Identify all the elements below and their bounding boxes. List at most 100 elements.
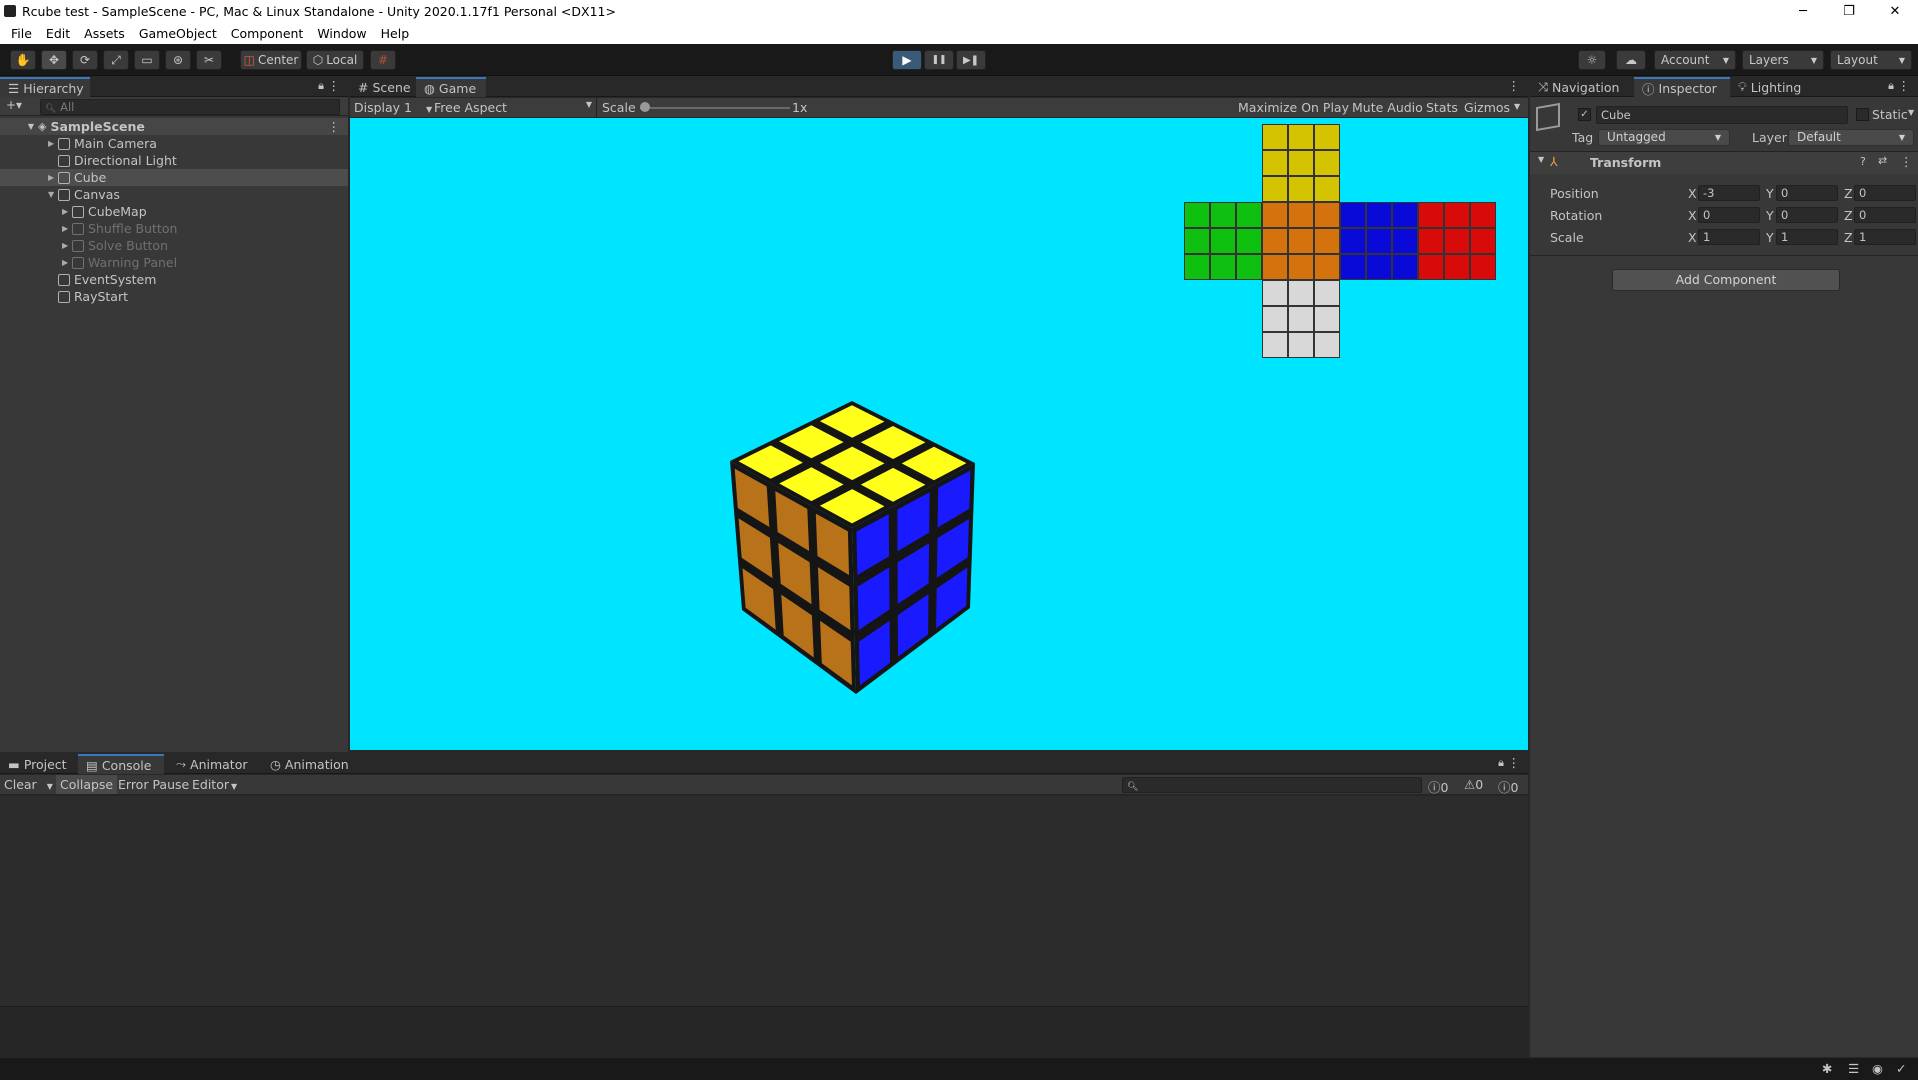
rotation-x-field[interactable]: 0 bbox=[1698, 207, 1760, 223]
collapse-toggle[interactable]: Collapse bbox=[56, 775, 118, 794]
move-tool-button[interactable]: ✥ bbox=[41, 50, 67, 70]
bug-icon[interactable]: ✱ bbox=[1822, 1061, 1832, 1076]
gizmos-toggle[interactable]: Gizmos bbox=[1464, 100, 1510, 115]
error-pause-toggle[interactable]: Error Pause bbox=[118, 777, 189, 792]
position-z-field[interactable]: 0 bbox=[1854, 185, 1916, 201]
tab-scene[interactable]: # Scene bbox=[350, 77, 416, 97]
hierarchy-item-raystart[interactable]: RayStart bbox=[0, 288, 348, 305]
component-menu-icon[interactable]: ⋮ bbox=[1900, 154, 1913, 169]
rect-tool-button[interactable]: ▭ bbox=[134, 50, 160, 70]
hierarchy-item-solve-button[interactable]: ▶ Solve Button bbox=[0, 237, 348, 254]
expand-arrow-icon[interactable]: ▶ bbox=[62, 258, 72, 267]
hierarchy-item-directional-light[interactable]: Directional Light bbox=[0, 152, 348, 169]
menu-file[interactable]: File bbox=[4, 26, 39, 41]
editor-dropdown[interactable]: Editor ▼ bbox=[192, 777, 237, 792]
position-y-field[interactable]: 0 bbox=[1776, 185, 1838, 201]
scene-row[interactable]: ▼ ◈ SampleScene ⋮ bbox=[0, 118, 348, 135]
tab-game[interactable]: ◍ Game bbox=[416, 77, 486, 97]
hierarchy-item-shuffle-button[interactable]: ▶ Shuffle Button bbox=[0, 220, 348, 237]
rubiks-cube[interactable] bbox=[720, 338, 1040, 698]
space-local-button[interactable]: ⬡ Local bbox=[306, 50, 364, 70]
aspect-dropdown[interactable]: Free Aspect ▼ bbox=[434, 100, 592, 115]
lock-icon[interactable]: 🔒︎ bbox=[1498, 756, 1504, 770]
tag-dropdown[interactable]: Untagged ▼ bbox=[1598, 129, 1730, 146]
tab-console[interactable]: ▤ Console bbox=[78, 754, 164, 774]
pause-button[interactable]: ❚❚ bbox=[924, 50, 954, 70]
restore-button[interactable]: ❐ bbox=[1826, 4, 1872, 19]
menu-help[interactable]: Help bbox=[374, 26, 417, 41]
object-name-field[interactable]: Cube bbox=[1596, 106, 1848, 124]
rotate-tool-button[interactable]: ⟳ bbox=[72, 50, 98, 70]
auto-generate-icon[interactable]: ◉ bbox=[1872, 1061, 1883, 1076]
kebab-menu-icon[interactable]: ⋮ bbox=[1898, 78, 1911, 93]
account-dropdown[interactable]: Account ▼ bbox=[1654, 50, 1736, 70]
rotation-y-field[interactable]: 0 bbox=[1776, 207, 1838, 223]
console-detail-area[interactable] bbox=[0, 1006, 1528, 1058]
menu-component[interactable]: Component bbox=[224, 26, 311, 41]
kebab-menu-icon[interactable]: ⋮ bbox=[1508, 78, 1521, 93]
expand-arrow-icon[interactable]: ▶ bbox=[62, 241, 72, 250]
add-object-button[interactable]: +▾ bbox=[6, 98, 22, 112]
mute-audio-toggle[interactable]: Mute Audio bbox=[1352, 100, 1423, 115]
menu-window[interactable]: Window bbox=[310, 26, 373, 41]
step-button[interactable]: ▶❚ bbox=[956, 50, 986, 70]
expand-arrow-icon[interactable]: ▶ bbox=[48, 139, 58, 148]
layer-dropdown[interactable]: Default ▼ bbox=[1788, 129, 1914, 146]
tab-hierarchy[interactable]: ☰ Hierarchy bbox=[0, 77, 90, 97]
hierarchy-item-cubemap[interactable]: ▶ CubeMap bbox=[0, 203, 348, 220]
hierarchy-item-main-camera[interactable]: ▶ Main Camera bbox=[0, 135, 348, 152]
layers-icon[interactable]: ☰ bbox=[1848, 1061, 1859, 1076]
check-icon[interactable]: ✓ bbox=[1896, 1061, 1906, 1076]
help-icon[interactable]: ? bbox=[1860, 155, 1866, 168]
hierarchy-item-canvas[interactable]: ▼ Canvas bbox=[0, 186, 348, 203]
position-x-field[interactable]: -3 bbox=[1698, 185, 1760, 201]
hierarchy-search-input[interactable]: 🔍︎ All bbox=[40, 99, 340, 115]
maximize-on-play-toggle[interactable]: Maximize On Play bbox=[1238, 100, 1349, 115]
transform-tool-button[interactable]: ⊛ bbox=[165, 50, 191, 70]
game-viewport[interactable] bbox=[350, 118, 1528, 750]
pivot-center-button[interactable]: ◫ Center bbox=[240, 50, 302, 70]
stats-toggle[interactable]: Stats bbox=[1426, 100, 1458, 115]
tab-inspector[interactable]: ⓘ Inspector bbox=[1634, 77, 1730, 97]
console-search-input[interactable]: 🔍︎ bbox=[1122, 777, 1422, 793]
expand-arrow-icon[interactable]: ▶ bbox=[62, 207, 72, 216]
menu-gameobject[interactable]: GameObject bbox=[132, 26, 224, 41]
expand-arrow-icon[interactable]: ▶ bbox=[48, 173, 58, 182]
expand-arrow-icon[interactable]: ▼ bbox=[1538, 155, 1544, 164]
active-checkbox[interactable]: ✓ bbox=[1578, 108, 1591, 121]
chevron-down-icon[interactable]: ▼ bbox=[1908, 108, 1914, 117]
clear-button[interactable]: Clear ▼ bbox=[4, 777, 53, 792]
info-count-toggle[interactable]: ⓘ0 bbox=[1428, 777, 1448, 796]
scale-tool-button[interactable]: ⤢ bbox=[103, 50, 129, 70]
error-count-toggle[interactable]: ⓘ0 bbox=[1498, 777, 1518, 796]
kebab-menu-icon[interactable]: ⋮ bbox=[1508, 755, 1521, 770]
expand-arrow-icon[interactable]: ▶ bbox=[62, 224, 72, 233]
services-button[interactable]: ☼ bbox=[1578, 50, 1606, 70]
expand-arrow-icon[interactable]: ▼ bbox=[0, 122, 38, 131]
scale-y-field[interactable]: 1 bbox=[1776, 229, 1838, 245]
warning-count-toggle[interactable]: ⚠0 bbox=[1464, 777, 1483, 792]
menu-edit[interactable]: Edit bbox=[39, 26, 77, 41]
menu-assets[interactable]: Assets bbox=[77, 26, 132, 41]
play-button[interactable]: ▶ bbox=[892, 50, 922, 70]
minimize-button[interactable]: ─ bbox=[1780, 4, 1826, 19]
tab-lighting[interactable]: 💡︎ Lighting bbox=[1730, 77, 1810, 97]
transform-header[interactable]: ▼ ⅄ Transform ? ⇄ ⋮ bbox=[1530, 152, 1918, 174]
chevron-down-icon[interactable]: ▼ bbox=[1514, 102, 1520, 111]
tab-animation[interactable]: ◷ Animation bbox=[262, 754, 358, 774]
hand-tool-button[interactable]: ✋ bbox=[10, 50, 36, 70]
hierarchy-item-warning-panel[interactable]: ▶ Warning Panel bbox=[0, 254, 348, 271]
layers-dropdown[interactable]: Layers ▼ bbox=[1742, 50, 1824, 70]
static-checkbox[interactable] bbox=[1856, 108, 1869, 121]
expand-arrow-icon[interactable]: ▼ bbox=[48, 190, 58, 199]
tab-navigation[interactable]: ⤨ Navigation bbox=[1530, 77, 1634, 97]
hierarchy-item-cube[interactable]: ▶ Cube bbox=[0, 169, 348, 186]
scale-slider-thumb[interactable] bbox=[640, 102, 650, 112]
lock-icon[interactable]: 🔒︎ bbox=[1888, 79, 1894, 93]
scale-z-field[interactable]: 1 bbox=[1854, 229, 1916, 245]
custom-tool-button[interactable]: ✂ bbox=[196, 50, 222, 70]
preset-icon[interactable]: ⇄ bbox=[1878, 154, 1887, 167]
scale-x-field[interactable]: 1 bbox=[1698, 229, 1760, 245]
scene-menu-icon[interactable]: ⋮ bbox=[328, 119, 341, 134]
tab-project[interactable]: ▬ Project bbox=[0, 754, 78, 774]
